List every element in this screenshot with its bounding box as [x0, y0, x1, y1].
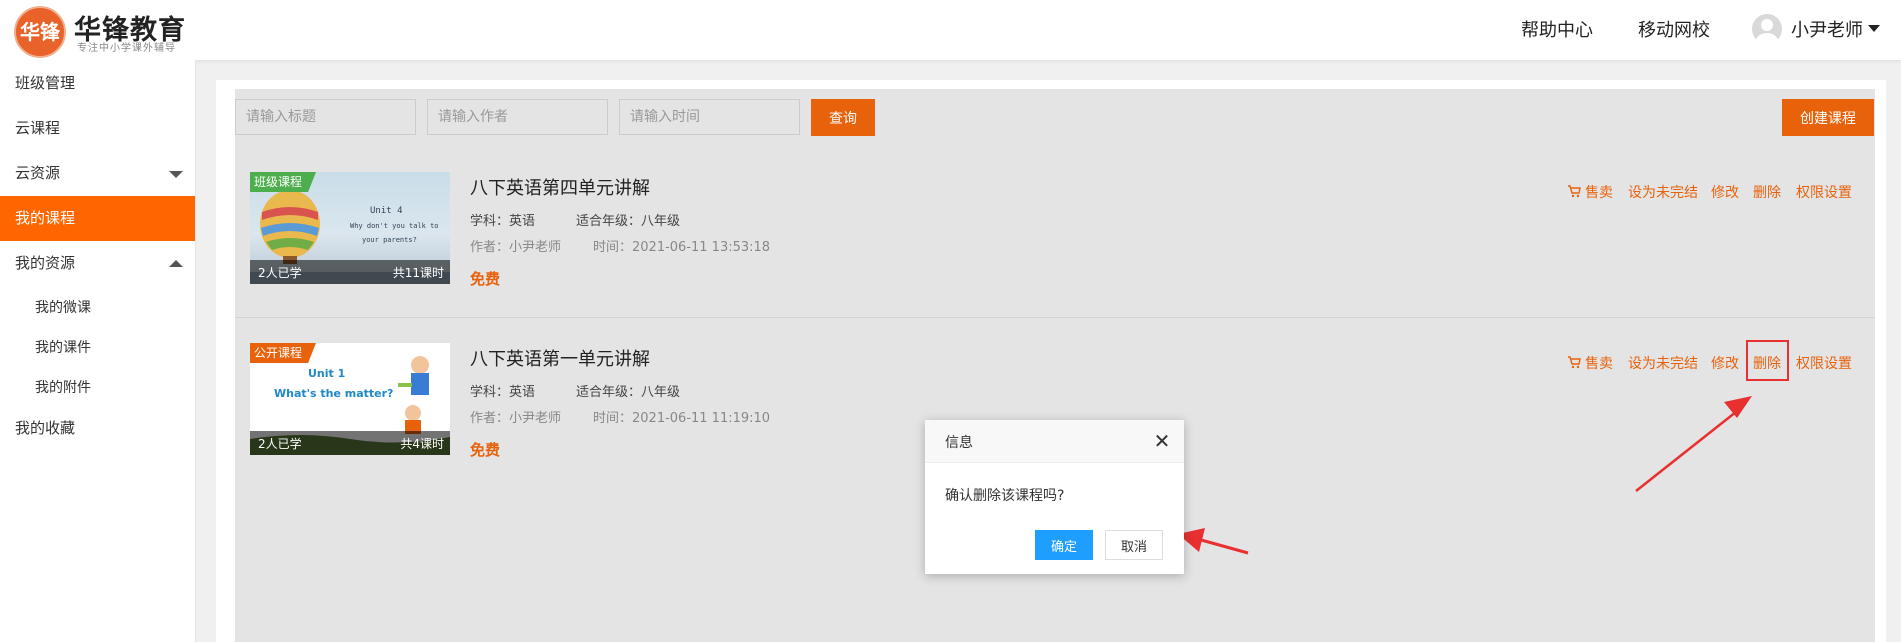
- annotation-arrow-line: [1193, 536, 1249, 555]
- confirm-delete-dialog: 信息 ✕ 确认删除该课程吗? 确定 取消: [925, 420, 1184, 574]
- dialog-header: 信息 ✕: [925, 420, 1184, 463]
- dialog-message: 确认删除该课程吗?: [945, 488, 1065, 504]
- close-icon[interactable]: ✕: [1153, 431, 1171, 451]
- dialog-title: 信息: [945, 435, 973, 451]
- cancel-button[interactable]: 取消: [1105, 530, 1163, 560]
- annotation-arrowhead: [1724, 396, 1752, 418]
- confirm-button[interactable]: 确定: [1035, 530, 1093, 560]
- annotation-arrow-line: [1635, 407, 1742, 492]
